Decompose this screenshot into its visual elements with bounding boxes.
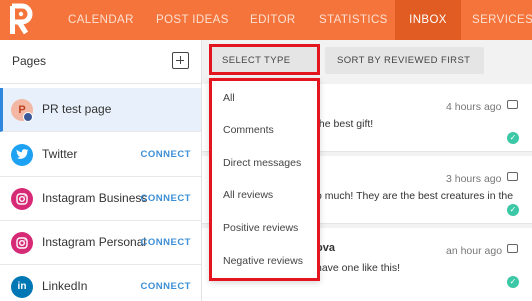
check-icon: ✓ <box>507 132 519 144</box>
check-icon: ✓ <box>507 204 519 216</box>
type-dropdown-menu: All Comments Direct messages All reviews… <box>209 78 320 281</box>
option-positive-reviews[interactable]: Positive reviews <box>223 222 298 234</box>
message-text: the best gift! <box>316 118 374 130</box>
reply-icon[interactable] <box>507 100 518 109</box>
page-item-instagram-business: Instagram Business CONNECT <box>0 177 201 221</box>
app-window: CALENDAR POST IDEAS EDITOR STATISTICS IN… <box>0 0 532 301</box>
option-negative-reviews[interactable]: Negative reviews <box>223 255 303 267</box>
connect-twitter-button[interactable]: CONNECT <box>141 149 191 160</box>
select-type-highlight <box>209 44 320 75</box>
message-time: 4 hours ago <box>446 101 502 113</box>
twitter-icon <box>11 144 33 166</box>
page-item-label: LinkedIn <box>42 279 88 293</box>
page-item-linkedin: in LinkedIn CONNECT <box>0 265 201 301</box>
sidebar-title: Pages <box>12 54 47 68</box>
message-text: have one like this! <box>316 262 401 274</box>
page-item-label: PR test page <box>42 102 112 116</box>
page-item-pr-test-page[interactable]: P PR test page <box>0 88 201 132</box>
page-item-label: Instagram Business <box>42 191 148 205</box>
pages-sidebar: Pages P PR test page Twitter CONNECT Ins… <box>0 40 202 301</box>
page-item-instagram-personal: Instagram Personal CONNECT <box>0 221 201 265</box>
sidebar-header: Pages <box>0 40 201 84</box>
app-logo[interactable] <box>0 0 42 40</box>
option-direct-messages[interactable]: Direct messages <box>223 157 301 169</box>
nav-services[interactable]: SERVICES <box>472 0 532 40</box>
page-item-label: Twitter <box>42 147 78 161</box>
linkedin-icon: in <box>11 276 33 298</box>
nav-editor[interactable]: EDITOR <box>250 0 296 40</box>
instagram-icon <box>11 188 33 210</box>
top-navigation: CALENDAR POST IDEAS EDITOR STATISTICS IN… <box>0 0 532 40</box>
nav-statistics[interactable]: STATISTICS <box>319 0 388 40</box>
reply-icon[interactable] <box>507 172 518 181</box>
nav-inbox[interactable]: INBOX <box>395 0 461 40</box>
option-all[interactable]: All <box>223 92 235 104</box>
page-item-twitter: Twitter CONNECT <box>0 133 201 177</box>
plus-square-icon[interactable] <box>172 52 189 69</box>
sort-button[interactable]: SORT BY REVIEWED FIRST <box>325 47 484 90</box>
page-item-label: Instagram Personal <box>42 235 147 249</box>
message-time: 3 hours ago <box>446 173 502 185</box>
option-all-reviews[interactable]: All reviews <box>223 189 273 201</box>
check-icon: ✓ <box>507 276 519 288</box>
option-comments[interactable]: Comments <box>223 124 274 136</box>
message-text: o much! They are the best creatures in t… <box>316 190 514 202</box>
facebook-icon <box>23 112 33 122</box>
connect-instagram-personal-button[interactable]: CONNECT <box>141 237 191 248</box>
connect-instagram-business-button[interactable]: CONNECT <box>141 193 191 204</box>
nav-calendar[interactable]: CALENDAR <box>68 0 134 40</box>
sort-label: SORT BY REVIEWED FIRST <box>337 55 471 66</box>
nav-post-ideas[interactable]: POST IDEAS <box>156 0 229 40</box>
connect-linkedin-button[interactable]: CONNECT <box>141 281 191 292</box>
reply-icon[interactable] <box>507 244 518 253</box>
instagram-icon <box>11 232 33 254</box>
message-time: an hour ago <box>446 245 503 257</box>
